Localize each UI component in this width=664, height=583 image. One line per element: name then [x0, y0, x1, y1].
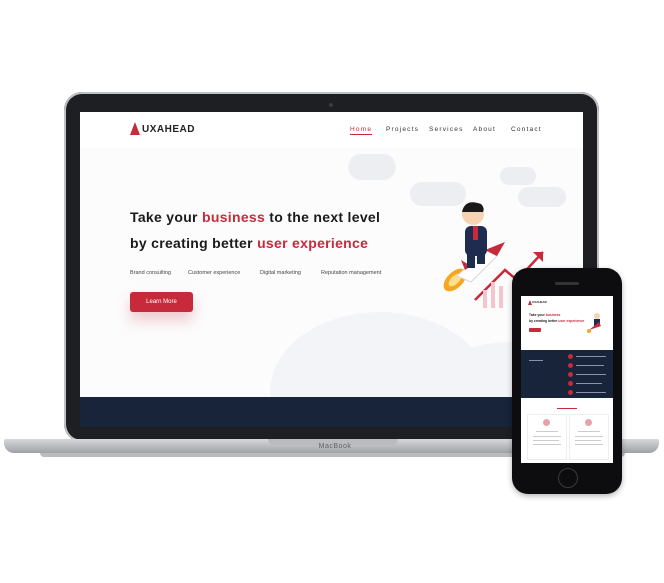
phone-card-left — [527, 414, 567, 460]
nav-about[interactable]: About — [473, 126, 496, 133]
phone-speaker — [555, 282, 579, 285]
headline-text: by creating better — [130, 235, 258, 251]
headline-accent: user experience — [257, 235, 369, 251]
phone-card-text — [536, 431, 558, 432]
tag-digital-marketing: Digital marketing — [260, 270, 301, 276]
phone-card-right — [569, 414, 609, 460]
phone-card-text — [533, 440, 559, 441]
nav-contact[interactable]: Contact — [511, 126, 542, 133]
phone-section-title-line — [557, 408, 577, 409]
cloud-icon — [500, 167, 536, 185]
phone-card-icon — [543, 419, 550, 426]
phone-card-text — [575, 436, 603, 437]
phone-list-icon — [568, 390, 573, 395]
phone-card-text — [575, 444, 603, 445]
phone-rocket-illustration — [587, 313, 601, 333]
phone-list-icon — [568, 372, 573, 377]
headline-accent: business — [202, 209, 266, 225]
phone-headline-text: by creating better — [529, 319, 559, 323]
logo-text[interactable]: UXAHEAD — [142, 124, 195, 135]
tag-customer-experience: Customer experience — [188, 270, 241, 276]
navy-section-band — [80, 397, 583, 427]
nav-services[interactable]: Services — [429, 126, 464, 133]
hero-headline-line1: Take your business to the next level — [130, 209, 380, 225]
top-nav: UXAHEAD Home Projects Services About Con… — [80, 112, 583, 148]
tag-brand-consulting: Brand consulting — [130, 270, 171, 276]
phone-headline-line1: Take your business — [529, 313, 560, 317]
laptop-screen: UXAHEAD Home Projects Services About Con… — [80, 112, 583, 427]
headline-text: to the next level — [265, 209, 381, 225]
phone-navy-section — [521, 350, 613, 398]
tag-reputation-management: Reputation management — [321, 270, 382, 276]
phone-card-text — [575, 440, 601, 441]
laptop-camera — [329, 103, 333, 107]
phone-headline-line2: by creating better user experience — [529, 319, 584, 323]
hero-headline-line2: by creating better user experience — [130, 235, 368, 251]
phone-list-text — [576, 374, 606, 375]
phone-list-icon — [568, 354, 573, 359]
phone-list-text — [576, 365, 604, 366]
phone-list-icon — [568, 363, 573, 368]
phone-card-icon — [585, 419, 592, 426]
phone-list-text — [576, 392, 606, 393]
phone-list-icon — [568, 381, 573, 386]
phone-headline-text: Take your — [529, 313, 546, 317]
headline-text: Take your — [130, 209, 202, 225]
phone-logo-text: UXAHEAD — [532, 300, 547, 304]
nav-projects[interactable]: Projects — [386, 126, 419, 133]
phone-home-button[interactable] — [558, 468, 578, 488]
phone-card-text — [578, 431, 600, 432]
learn-more-button[interactable]: Learn More — [130, 292, 193, 312]
phone-card-text — [533, 436, 561, 437]
phone-headline-accent: business — [545, 313, 561, 317]
nav-home[interactable]: Home — [350, 126, 373, 135]
laptop-label: MacBook — [318, 443, 352, 450]
device-mockup-stage: UXAHEAD Home Projects Services About Con… — [0, 0, 664, 583]
phone-section-text — [529, 360, 543, 361]
phone-nav: UXAHEAD — [521, 296, 613, 306]
phone-card-text — [533, 444, 561, 445]
phone-headline-accent: user experience — [558, 319, 585, 323]
cloud-icon — [348, 154, 396, 180]
phone-screen: UXAHEAD Take your business by creating b… — [521, 296, 613, 463]
logo-icon[interactable] — [130, 122, 140, 135]
phone-learn-more-button[interactable] — [529, 328, 541, 332]
phone-list-text — [576, 383, 602, 384]
phone-list-text — [576, 356, 606, 357]
